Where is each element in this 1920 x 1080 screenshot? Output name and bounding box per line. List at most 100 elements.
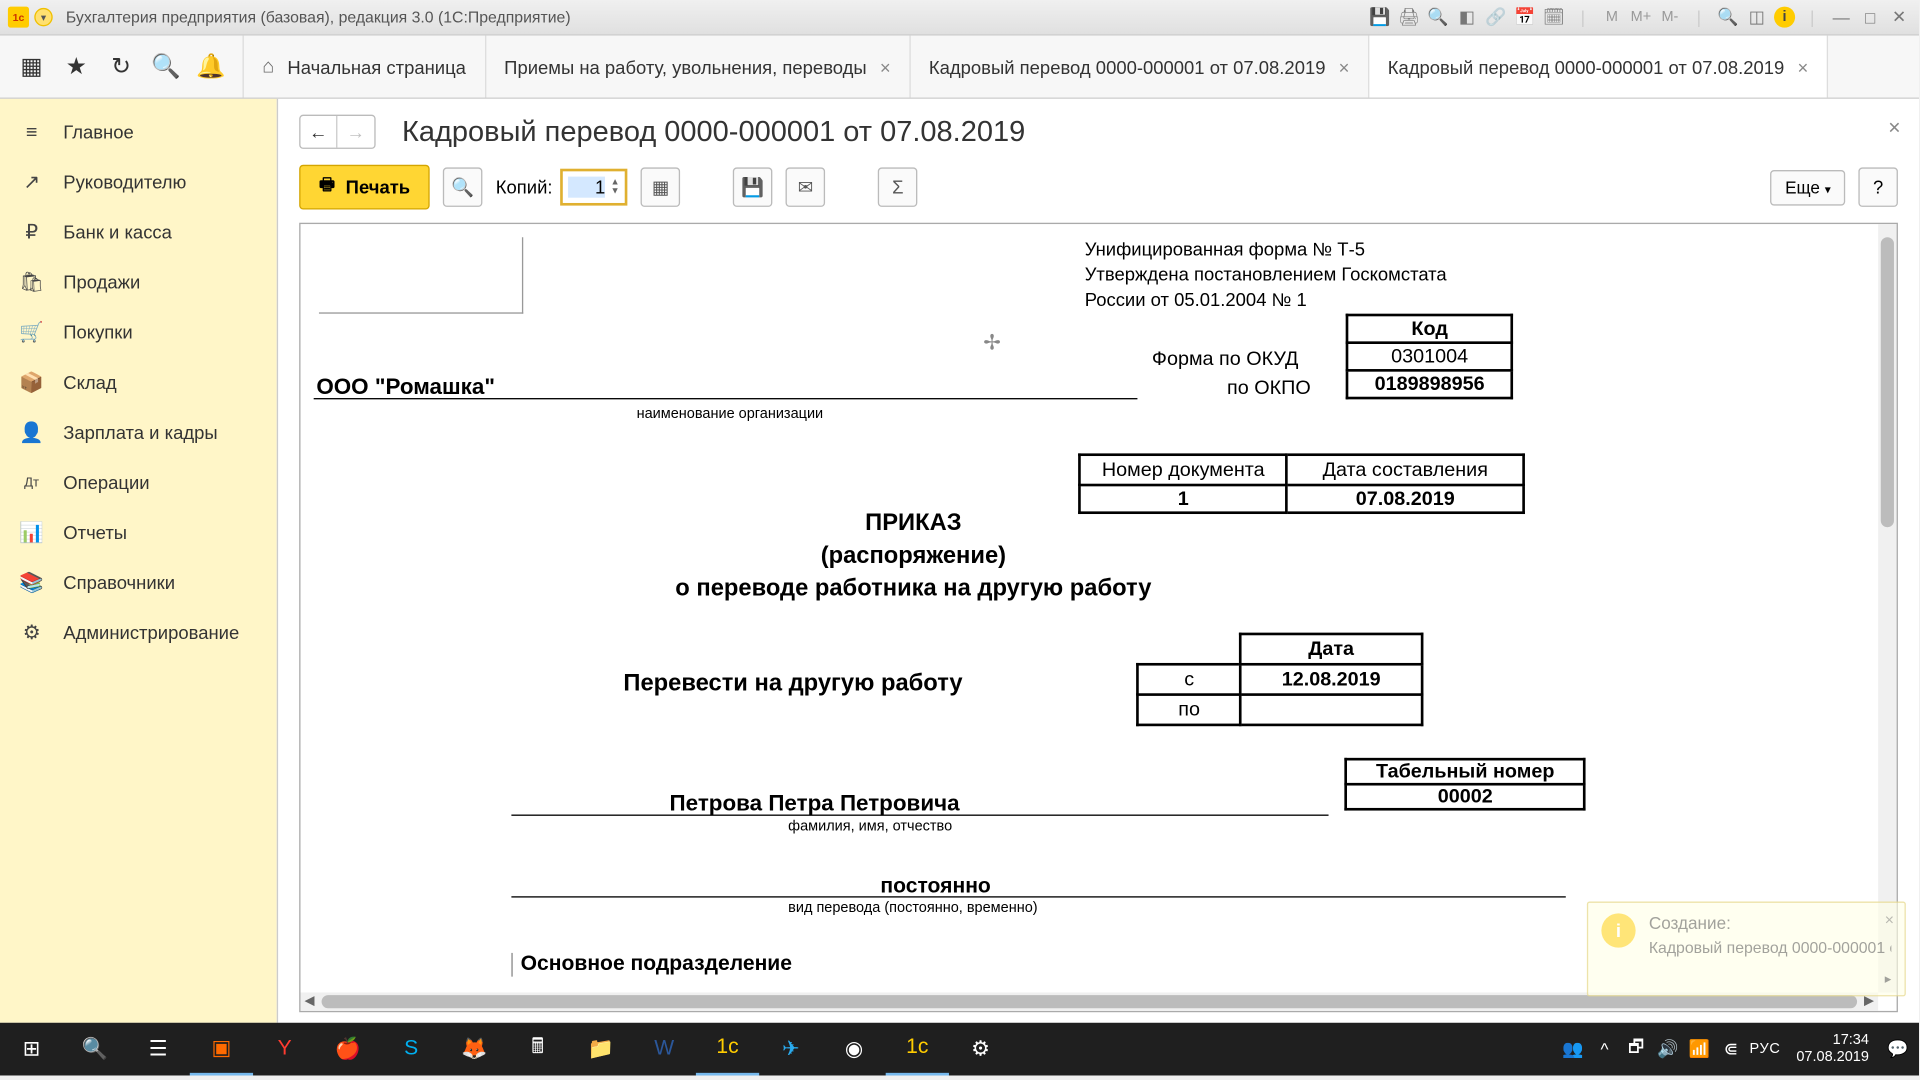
close-icon[interactable]: × <box>1885 911 1894 929</box>
taskbar-app-firefox[interactable]: 🦊 <box>443 1023 506 1076</box>
sidebar: ≡Главное ↗Руководителю ₽Банк и касса 🛍Пр… <box>0 99 277 1023</box>
start-button[interactable]: ⊞ <box>0 1023 63 1076</box>
org-caption: наименование организации <box>637 406 824 422</box>
docdate-header: Дата составления <box>1287 455 1524 485</box>
nav-forward[interactable]: → <box>337 116 374 148</box>
calendar-icon[interactable]: 📅 <box>1513 5 1537 29</box>
taskbar-app-ppt[interactable]: ▣ <box>190 1023 253 1076</box>
sidebar-item-label: Зарплата и кадры <box>63 422 217 443</box>
volume-icon[interactable]: 🔊 <box>1655 1039 1681 1060</box>
close-icon[interactable]: × <box>1797 56 1808 77</box>
help-button[interactable]: ? <box>1858 167 1898 207</box>
search-icon[interactable]: 🔍 <box>145 45 187 87</box>
notification-toast[interactable]: i × Создание: Кадровый перевод 0000-0000… <box>1587 902 1906 997</box>
close-page-icon[interactable]: × <box>1888 117 1900 141</box>
close-icon[interactable]: ✕ <box>1887 5 1911 29</box>
nav-back[interactable]: ← <box>301 116 338 148</box>
taskbar-app-1c-a[interactable]: 1c <box>696 1023 759 1076</box>
save-icon[interactable]: 💾 <box>1368 5 1392 29</box>
vertical-scrollbar[interactable] <box>1878 224 1896 992</box>
panels-icon[interactable]: ◫ <box>1745 5 1769 29</box>
sidebar-item-label: Склад <box>63 372 116 393</box>
sidebar-item-bank[interactable]: ₽Банк и касса <box>0 207 277 257</box>
link-icon[interactable]: 🔗 <box>1484 5 1508 29</box>
tray-chevron-icon[interactable]: ^ <box>1591 1039 1617 1059</box>
print-icon[interactable]: 🖨 <box>1397 5 1421 29</box>
preview-button[interactable]: 🔍 <box>443 167 483 207</box>
tab-transfer-doc-1[interactable]: Кадровый перевод 0000-000001 от 07.08.20… <box>910 36 1369 98</box>
close-icon[interactable]: × <box>1339 56 1350 77</box>
search-button[interactable]: 🔍 <box>63 1023 126 1076</box>
bookmark-m-icon[interactable]: M <box>1600 5 1624 29</box>
spin-up-icon[interactable]: ▲ <box>611 178 620 187</box>
notifications-icon[interactable]: 🔔 <box>190 45 232 87</box>
sidebar-item-label: Операции <box>63 472 149 493</box>
bookmark-mplus-icon[interactable]: M+ <box>1629 5 1653 29</box>
copies-input[interactable] <box>568 177 605 198</box>
sidebar-item-main[interactable]: ≡Главное <box>0 107 277 157</box>
action-center-icon[interactable]: 💬 <box>1885 1039 1911 1060</box>
taskbar-app-yandex[interactable]: Y <box>253 1023 316 1076</box>
info-icon[interactable]: i <box>1774 7 1795 28</box>
logo-1c-icon: 1c <box>8 7 29 28</box>
spin-down-icon[interactable]: ▼ <box>611 187 620 196</box>
sidebar-item-hr[interactable]: 👤Зарплата и кадры <box>0 407 277 457</box>
app-menu-dropdown[interactable]: ▾ <box>34 8 52 26</box>
compare-icon[interactable]: ◧ <box>1455 5 1479 29</box>
sidebar-item-manager[interactable]: ↗Руководителю <box>0 157 277 207</box>
taskbar-app-telegram[interactable]: ✈ <box>759 1023 822 1076</box>
taskview-button[interactable]: ☰ <box>127 1023 190 1076</box>
tab-transfer-doc-2[interactable]: Кадровый перевод 0000-000001 от 07.08.20… <box>1369 36 1828 98</box>
calendar2-icon[interactable]: 🗓 <box>1542 5 1566 29</box>
sidebar-item-label: Администрирование <box>63 622 239 643</box>
taskbar-app-word[interactable]: W <box>633 1023 696 1076</box>
favorite-icon[interactable]: ★ <box>55 45 97 87</box>
zoom-icon[interactable]: 🔍 <box>1716 5 1740 29</box>
settings-button[interactable]: ▦ <box>641 167 681 207</box>
taskbar-app-skype[interactable]: S <box>380 1023 443 1076</box>
tab-hr-movements[interactable]: Приемы на работу, увольнения, переводы × <box>486 36 911 98</box>
preview-icon[interactable]: 🔍 <box>1426 5 1450 29</box>
close-icon[interactable]: × <box>880 56 891 77</box>
wifi-icon[interactable]: ⋐ <box>1718 1039 1744 1060</box>
sidebar-item-label: Продажи <box>63 272 140 293</box>
print-button[interactable]: 🖶 Печать <box>299 165 430 210</box>
windows-taskbar: ⊞ 🔍 ☰ ▣ Y 🍎 S 🦊 🖩 📁 W 1c ✈ ◉ 1c ⚙ 👥 ^ 🗗 … <box>0 1023 1919 1076</box>
more-button[interactable]: Еще ▾ <box>1771 169 1846 205</box>
network-icon[interactable]: 📶 <box>1686 1039 1712 1060</box>
taskbar-app-apple[interactable]: 🍎 <box>316 1023 379 1076</box>
doc-blank-cell <box>319 237 523 313</box>
okud-label: Форма по ОКУД <box>1152 348 1298 370</box>
sidebar-item-sales[interactable]: 🛍Продажи <box>0 257 277 307</box>
language-indicator[interactable]: РУС <box>1750 1041 1781 1057</box>
apps-icon[interactable]: ▦ <box>11 45 53 87</box>
sidebar-item-reports[interactable]: 📊Отчеты <box>0 507 277 557</box>
battery-icon[interactable]: 🗗 <box>1623 1035 1649 1064</box>
maximize-icon[interactable]: □ <box>1858 5 1882 29</box>
sidebar-item-purchases[interactable]: 🛒Покупки <box>0 307 277 357</box>
tab-home[interactable]: ⌂ Начальная страница <box>244 36 486 98</box>
sidebar-item-operations[interactable]: ДтОперации <box>0 457 277 507</box>
taskbar-app-calc[interactable]: 🖩 <box>506 1023 569 1076</box>
copies-spinner[interactable]: ▲▼ <box>560 169 627 206</box>
bookmark-mminus-icon[interactable]: M- <box>1658 5 1682 29</box>
sidebar-item-warehouse[interactable]: 📦Склад <box>0 357 277 407</box>
chevron-right-icon: ▸ <box>1885 973 1892 987</box>
history-icon[interactable]: ↻ <box>100 45 142 87</box>
sum-button[interactable]: Σ <box>878 167 918 207</box>
form-approval-text: Унифицированная форма № Т-5 Утверждена п… <box>1085 237 1447 312</box>
document-body[interactable]: Унифицированная форма № Т-5 Утверждена п… <box>301 224 1879 992</box>
sidebar-item-catalogs[interactable]: 📚Справочники <box>0 558 277 608</box>
minimize-icon[interactable]: — <box>1829 5 1853 29</box>
taskbar-app-explorer[interactable]: 📁 <box>569 1023 632 1076</box>
sidebar-item-label: Руководителю <box>63 171 186 192</box>
send-button[interactable]: ✉ <box>786 167 826 207</box>
clock[interactable]: 17:34 07.08.2019 <box>1796 1032 1869 1066</box>
taskbar-app-1c-b[interactable]: 1c <box>886 1023 949 1076</box>
taskbar-app-settings[interactable]: ⚙ <box>949 1023 1012 1076</box>
sidebar-item-admin[interactable]: ⚙Администрирование <box>0 608 277 658</box>
save-button[interactable]: 💾 <box>733 167 773 207</box>
okpo-value: 0189898956 <box>1347 370 1512 398</box>
people-icon[interactable]: 👥 <box>1560 1039 1586 1060</box>
taskbar-app-chrome[interactable]: ◉ <box>822 1023 885 1076</box>
